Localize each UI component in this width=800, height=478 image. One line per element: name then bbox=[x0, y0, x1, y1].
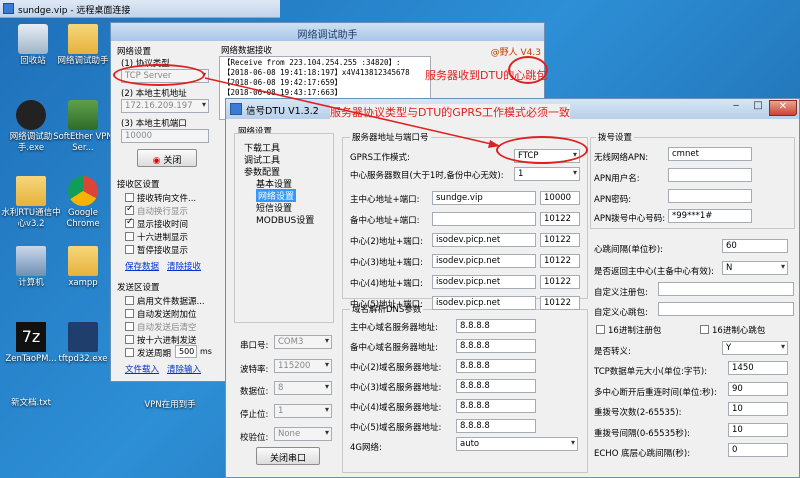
annotation-arrows bbox=[204, 77, 501, 148]
mode-arrow bbox=[204, 77, 501, 147]
arrowhead bbox=[488, 140, 500, 148]
